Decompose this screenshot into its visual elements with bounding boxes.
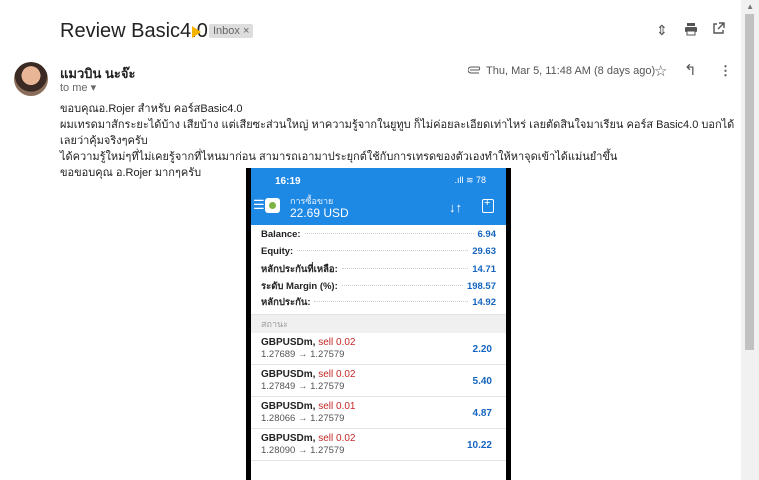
body-line: ได้ความรู้ใหม่ๆที่ไม่เคยรู้จากที่ไหนมาก่… [60,151,618,163]
position-profit: 10.22 [466,439,492,451]
inbox-label-chip[interactable]: Inbox × [209,24,254,38]
body-line: ขอบคุณอ.Rojer สำหรับ คอร์สBasic4.0 [60,103,243,115]
stat-row: Equity: 29.63 [261,246,496,263]
print-icon[interactable] [684,22,698,39]
position-prices: 1.28090 → 1.27579 [261,444,345,456]
body-line: ผมเทรดมาสักระยะได้บ้าง เสียบ้าง แต่เสียซ… [60,119,735,147]
position-row: GBPUSDm, sell 0.02 1.27849 → 1.27579 5.4… [251,365,506,397]
scrollbar-thumb[interactable] [745,14,754,350]
stat-label: Equity: [261,245,294,257]
stat-row: Balance: 6.94 [261,229,496,246]
position-prices: 1.28066 → 1.27579 [261,412,345,424]
position-row: GBPUSDm, sell 0.01 1.28066 → 1.27579 4.8… [251,397,506,429]
status-icons: .ıll ≋ 78 [454,175,486,185]
stat-row: หลักประกันที่เหลือ: 14.71 [261,262,496,279]
position-prices: 1.27849 → 1.27579 [261,380,345,392]
stat-value: 6.94 [477,229,497,240]
stat-row: ระดับ Margin (%): 198.57 [261,279,496,296]
new-order-icon [482,197,494,213]
positions-section-header: สถานะ [251,313,506,333]
stat-label: หลักประกัน: [261,297,311,308]
position-row: GBPUSDm, sell 0.02 1.28090 → 1.27579 10.… [251,429,506,461]
position-profit: 4.87 [472,407,492,419]
star-icon[interactable]: ☆ [654,62,667,80]
app-header: 16:19 .ıll ≋ 78 ☰ การซื้อขาย 22.69 USD ↓… [251,168,506,225]
position-symbol: GBPUSDm, sell 0.02 [261,368,356,380]
scrollbar[interactable]: ▲ [741,0,759,480]
account-value: 22.69 USD [290,206,349,220]
position-prices: 1.27689 → 1.27579 [261,348,345,360]
open-new-window-icon[interactable] [712,22,725,38]
attachment-icon [467,65,482,77]
menu-icon: ☰ [253,197,265,212]
stat-row: หลักประกัน: 14.92 [261,295,496,312]
email-subject: Review Basic4.0 [60,20,208,42]
stat-label: ระดับ Margin (%): [261,280,338,292]
stat-value: 198.57 [466,280,496,292]
position-symbol: GBPUSDm, sell 0.01 [261,400,356,412]
scroll-up-icon[interactable]: ▲ [746,2,754,11]
account-stats: Balance: 6.94 Equity: 29.63 หลักประกันที่เ… [251,225,506,312]
status-time: 16:19 [275,176,301,187]
more-vertical-icon[interactable]: ⋮ [719,63,732,79]
stat-value: 14.92 [472,297,496,308]
position-symbol: GBPUSDm, sell 0.02 [261,432,356,444]
stat-label: หลักประกันที่เหลือ: [261,264,338,275]
avatar[interactable] [14,62,48,96]
reply-icon[interactable]: ↰ [684,61,697,79]
position-profit: 2.20 [472,343,492,355]
stat-value: 29.63 [472,245,496,257]
position-profit: 5.40 [472,375,492,387]
important-marker-icon[interactable] [192,26,201,38]
expand-collapse-icon[interactable]: ⇕ [656,22,668,39]
position-symbol: GBPUSDm, sell 0.02 [261,336,356,348]
stat-value: 14.71 [472,264,496,275]
position-row: GBPUSDm, sell 0.02 1.27689 → 1.27579 2.2… [251,333,506,365]
email-date: Thu, Mar 5, 11:48 AM (8 days ago) [486,65,656,77]
stat-label: Balance: [261,229,301,240]
embedded-screenshot: 16:19 .ıll ≋ 78 ☰ การซื้อขาย 22.69 USD ↓… [246,168,511,480]
to-me-dropdown[interactable]: to me ▾ [60,81,96,94]
app-logo-icon [265,198,280,213]
sort-icon: ↓↑ [449,200,462,215]
